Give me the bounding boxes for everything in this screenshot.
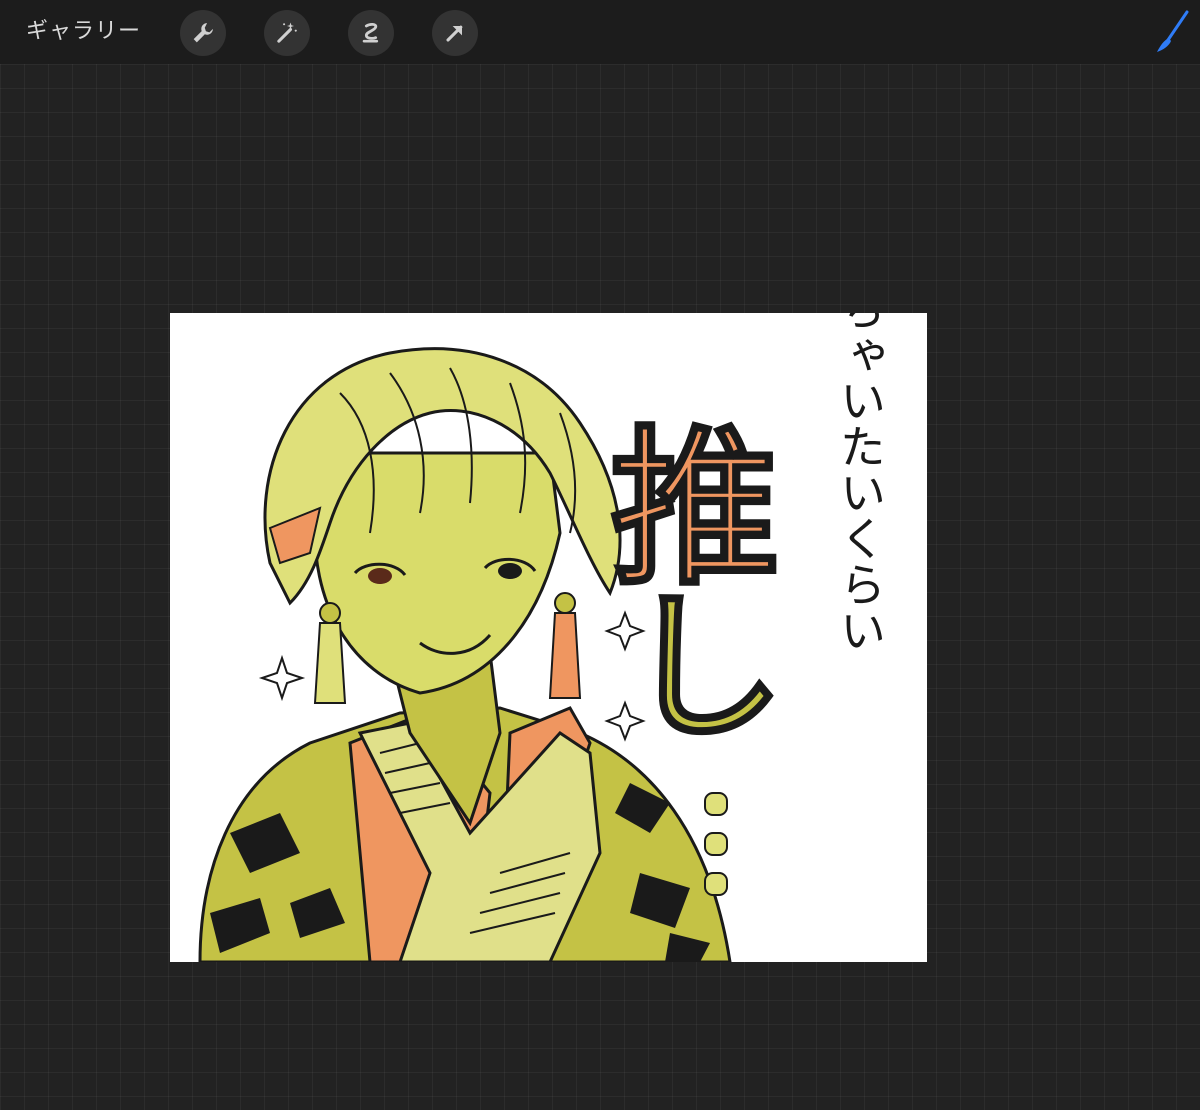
artwork-main-text-2: し <box>625 574 785 761</box>
artwork-vertical-text: 食べちゃいたいくらい <box>833 313 887 653</box>
top-toolbar: ギャラリー <box>0 0 1200 64</box>
adjustments-button[interactable] <box>264 10 310 56</box>
selection-icon <box>362 22 379 43</box>
selection-button[interactable] <box>348 10 394 56</box>
transform-arrow-icon <box>446 25 463 42</box>
transform-button[interactable] <box>432 10 478 56</box>
magic-wand-icon <box>277 22 297 43</box>
artwork-dots <box>704 792 728 896</box>
paintbrush-icon <box>1157 10 1189 52</box>
artwork: 推 し 食べちゃいたいくらい <box>198 313 887 962</box>
drawing-canvas[interactable]: 推 し 食べちゃいたいくらい <box>170 313 927 962</box>
procreate-app: ギャラリー 推 し 食べちゃいたいくらい <box>0 0 1200 1110</box>
brush-button[interactable] <box>1154 8 1190 56</box>
wrench-icon <box>193 23 213 43</box>
gallery-button[interactable]: ギャラリー <box>26 16 141 48</box>
actions-button[interactable] <box>180 10 226 56</box>
